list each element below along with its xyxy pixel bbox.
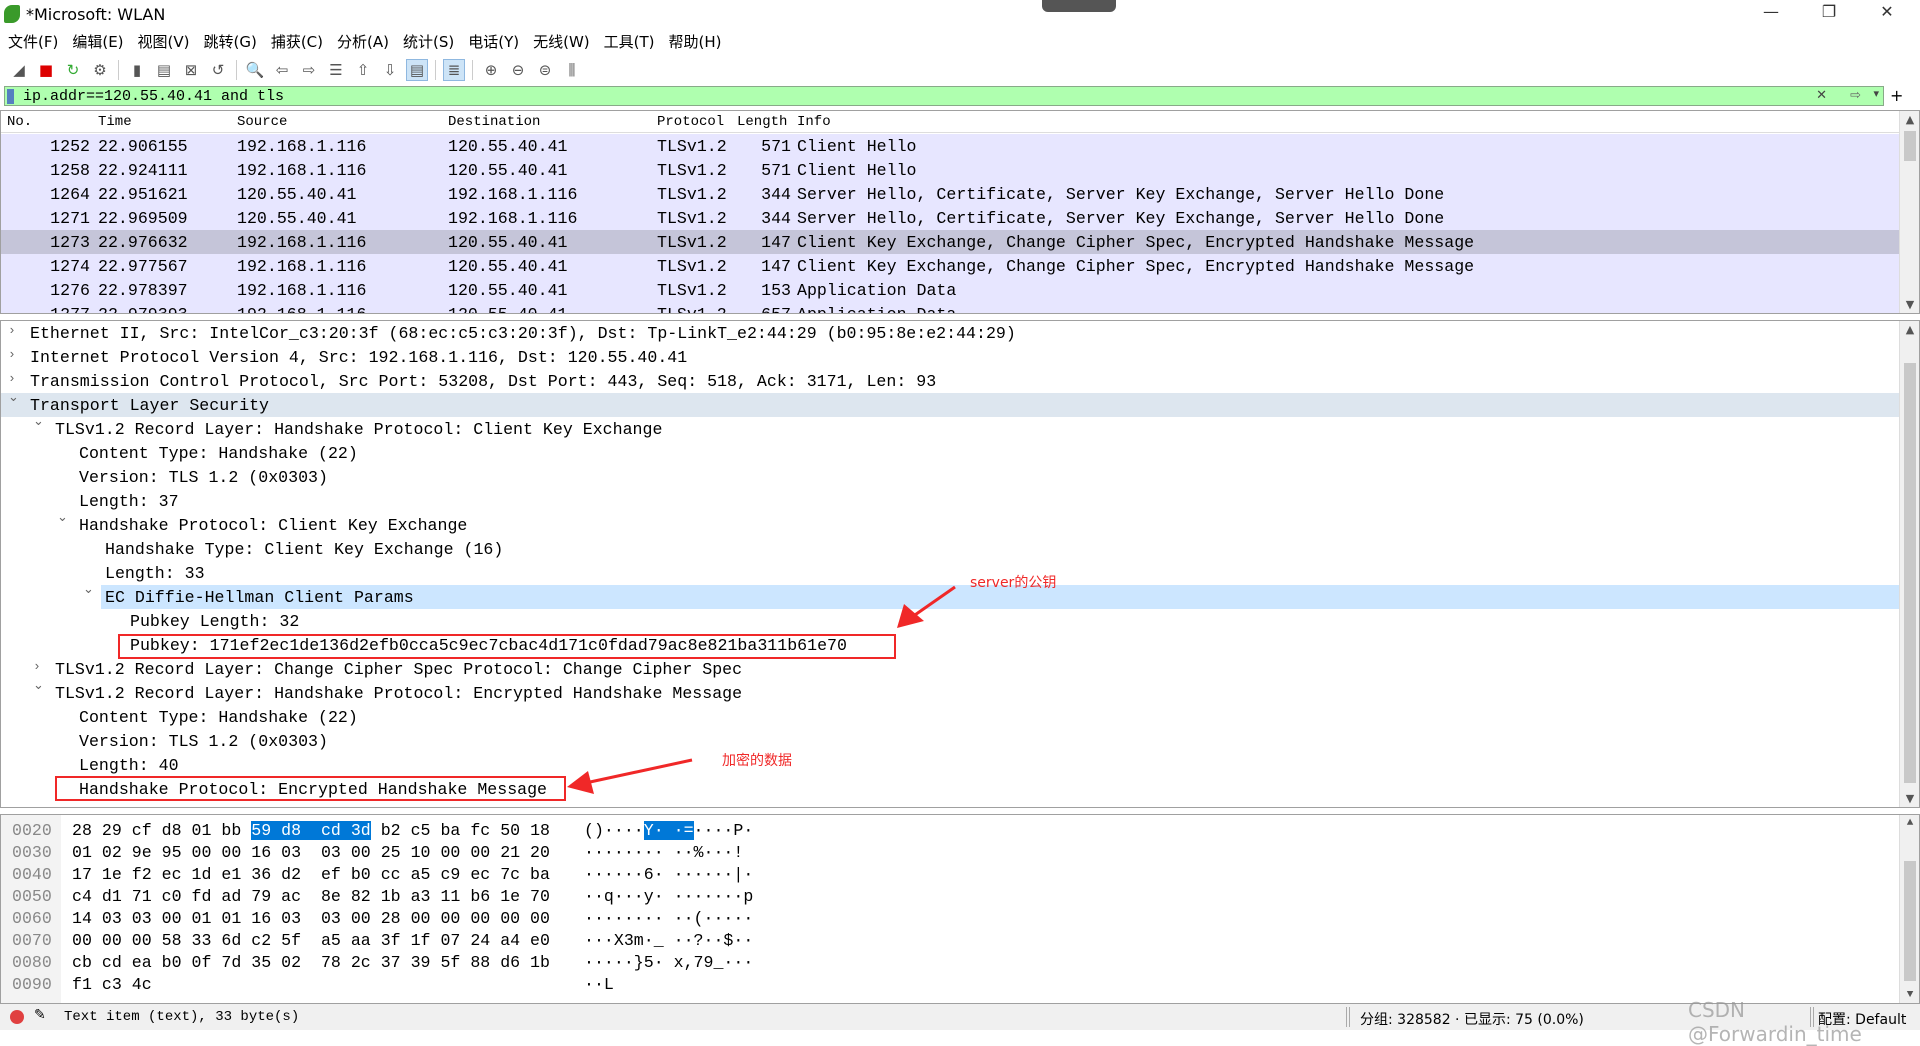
annotation-arrows (567, 585, 956, 794)
encrypted-annotation: 加密的数据 (722, 753, 792, 769)
pubkey-annotation: server的公钥 (970, 575, 1057, 591)
watermark: CSDN @Forwardin_time (1688, 998, 1862, 1046)
